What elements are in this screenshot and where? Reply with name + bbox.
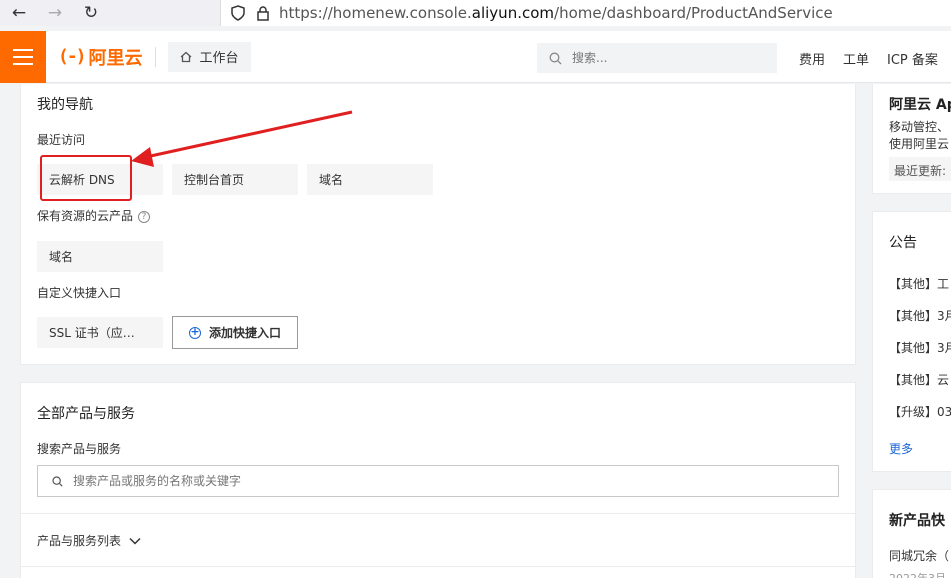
announcement-item[interactable]: 【其他】3月 — [889, 307, 951, 324]
new-products-card — [872, 489, 951, 578]
announcement-item[interactable]: 【其他】3月 — [889, 339, 951, 356]
app-promo-title: 阿里云 Ap — [889, 97, 951, 113]
product-search-label: 搜索产品与服务 — [37, 442, 122, 456]
search-icon — [52, 475, 63, 487]
announcement-item[interactable]: 【其他】工 — [889, 275, 949, 292]
announcements-title: 公告 — [889, 235, 917, 251]
new-product-item[interactable]: 同城冗余（ — [889, 547, 949, 564]
product-list-label: 产品与服务列表 — [37, 534, 122, 548]
chevron-down-icon — [129, 537, 141, 545]
product-search-box[interactable] — [37, 465, 839, 497]
product-search-input[interactable] — [73, 474, 773, 488]
new-products-title: 新产品快 — [889, 513, 945, 529]
announcements-more-link[interactable]: 更多 — [889, 440, 913, 457]
new-product-date: 2022年3月 — [889, 570, 946, 578]
all-products-title: 全部产品与服务 — [37, 406, 135, 422]
divider — [20, 513, 856, 514]
app-updated-label: 最近更新: — [894, 164, 947, 178]
divider — [20, 566, 856, 567]
app-promo-line2: 使用阿里云 — [889, 137, 950, 151]
app-promo-line1: 移动管控、 — [889, 120, 950, 134]
announcement-item[interactable]: 【其他】云 — [889, 371, 949, 388]
product-list-toggle[interactable]: 产品与服务列表 — [37, 532, 141, 549]
announcement-item[interactable]: 【升级】03 — [889, 403, 951, 420]
